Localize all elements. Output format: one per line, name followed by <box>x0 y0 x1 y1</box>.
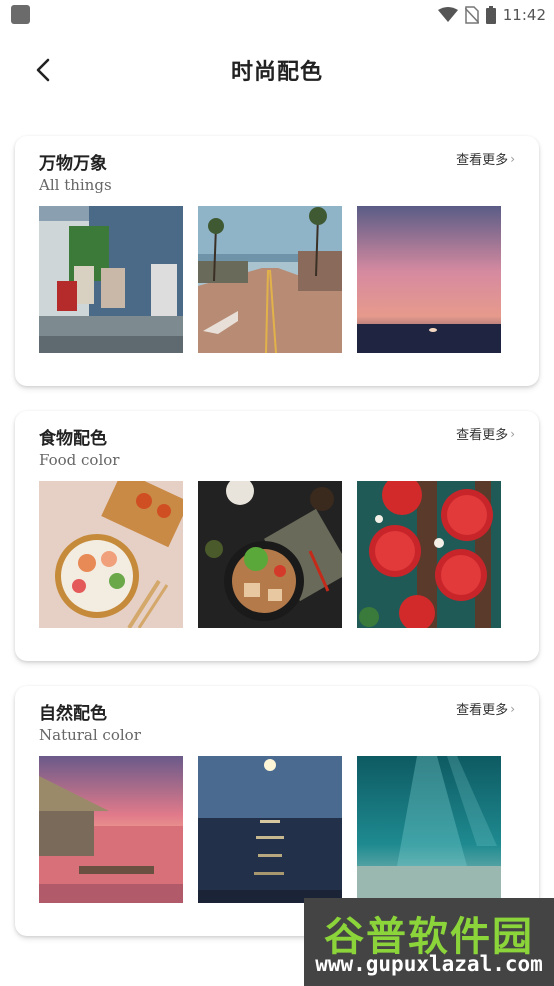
see-more-link[interactable]: 查看更多 › <box>456 149 515 169</box>
see-more-link[interactable]: 查看更多 › <box>456 424 515 444</box>
see-more-label: 查看更多 <box>456 428 509 443</box>
section-card-food-color: 食物配色 Food color 查看更多 › <box>15 411 539 661</box>
chevron-right-icon: › <box>510 426 515 441</box>
see-more-link[interactable]: 查看更多 › <box>456 699 515 719</box>
stir-fry-dish-photo[interactable] <box>198 481 342 628</box>
watermark-logo: 谷普软件园 www.gupuxlazal.com <box>304 898 554 986</box>
moonlit-sea-photo[interactable] <box>198 756 342 903</box>
page-title: 时尚配色 <box>230 60 323 85</box>
palm-road-photo[interactable] <box>198 206 342 353</box>
wifi-icon <box>437 7 458 22</box>
chevron-right-icon: › <box>510 701 515 716</box>
section-card-all-things: 万物万象 All things 查看更多 › <box>15 136 539 386</box>
see-more-label: 查看更多 <box>456 703 509 718</box>
battery-icon <box>485 6 496 24</box>
strawberry-tarts-photo[interactable] <box>357 481 501 628</box>
section-title: 万物万象 <box>39 154 107 174</box>
thumbnail-row <box>39 481 501 628</box>
ramen-bowl-photo[interactable] <box>39 481 183 628</box>
thumbnail-row <box>39 206 501 353</box>
section-subtitle: Natural color <box>39 726 141 744</box>
watermark-url: www.gupuxlazal.com <box>315 952 543 976</box>
overwater-hut-sunset-photo[interactable] <box>39 756 183 903</box>
section-title: 自然配色 <box>39 704 107 724</box>
chevron-right-icon: › <box>510 151 515 166</box>
header: 时尚配色 <box>0 40 554 100</box>
section-subtitle: All things <box>39 176 112 194</box>
see-more-label: 查看更多 <box>456 153 509 168</box>
pink-sunset-sky-photo[interactable] <box>357 206 501 353</box>
street-shop-photo[interactable] <box>39 206 183 353</box>
thumbnail-row <box>39 756 501 903</box>
no-sim-icon <box>464 6 479 24</box>
section-subtitle: Food color <box>39 451 120 469</box>
clock: 11:42 <box>502 6 546 24</box>
app-badge-icon <box>11 5 30 24</box>
underwater-light-photo[interactable] <box>357 756 501 903</box>
status-icons: 11:42 <box>437 5 546 25</box>
section-title: 食物配色 <box>39 429 107 449</box>
status-bar: 11:42 <box>0 0 554 30</box>
